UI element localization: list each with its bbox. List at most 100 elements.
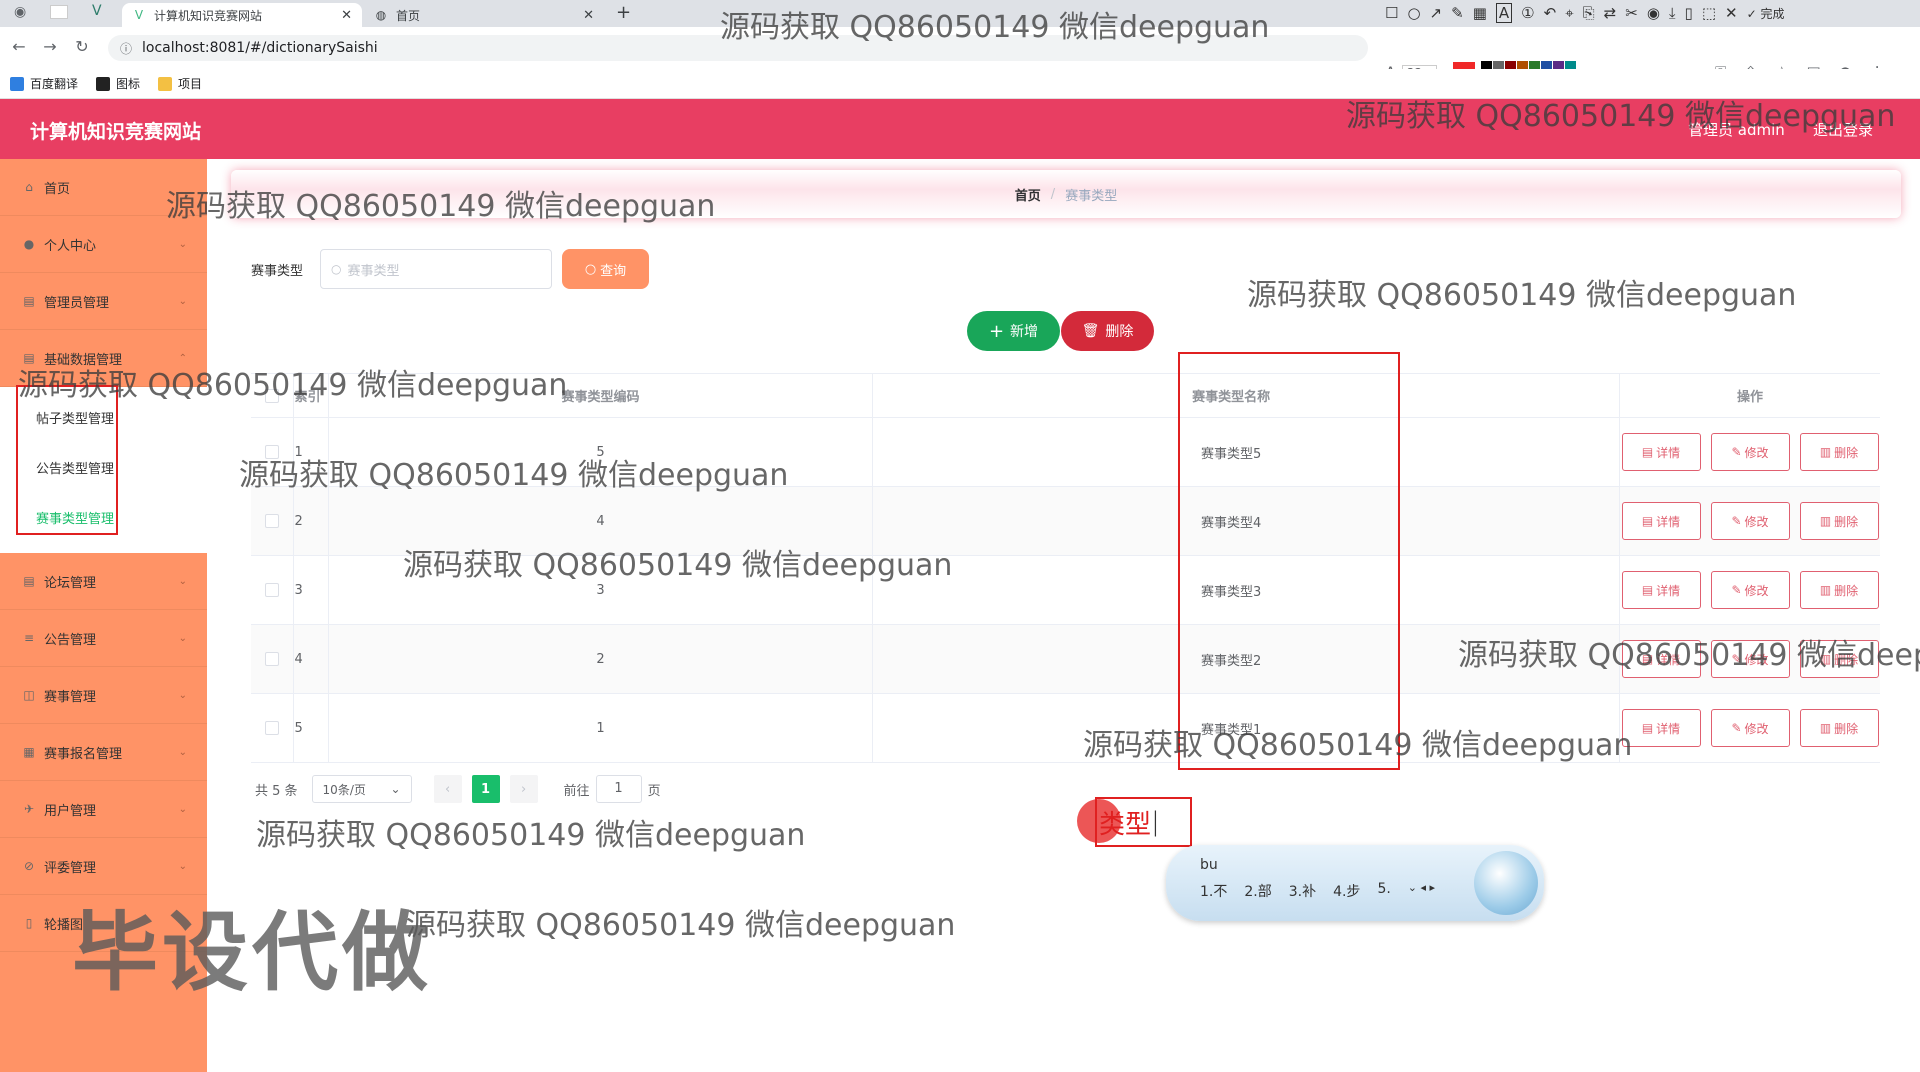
url-field[interactable]: ⓘ localhost:8081/#/dictionarySaishi: [108, 35, 1368, 61]
translate-icon[interactable]: ⇄: [1604, 4, 1617, 22]
sidebar-item-basedata[interactable]: ▤ 基础数据管理 ⌃: [0, 330, 207, 387]
sidebar-item-event[interactable]: ◫ 赛事管理 ⌄: [0, 667, 207, 724]
doc-icon: ▤: [1641, 721, 1654, 735]
page-number-current[interactable]: 1: [471, 775, 500, 803]
user-icon: ●: [23, 237, 35, 251]
query-button[interactable]: ○ 查询: [562, 249, 649, 289]
goto-page-input[interactable]: 1: [595, 775, 642, 803]
sidebar-item-users[interactable]: ✈ 用户管理 ⌄: [0, 781, 207, 838]
detail-label: 详情: [1656, 445, 1681, 460]
text-tool-icon[interactable]: A: [1495, 3, 1513, 23]
edit-button[interactable]: ✎ 修改: [1710, 640, 1790, 678]
info-icon[interactable]: ⓘ: [120, 40, 132, 57]
delete-button[interactable]: ▥ 删除: [1799, 709, 1879, 747]
table-row: 3 3 赛事类型3 ▤ 详情 ✎ 修改 ▥ 删除: [251, 556, 1880, 625]
ocr-icon[interactable]: ⎘: [1583, 4, 1595, 22]
undo-icon[interactable]: ↶: [1544, 4, 1557, 22]
goto-prefix: 前往: [563, 783, 590, 799]
cancel-icon[interactable]: ✕: [1725, 4, 1738, 22]
forward-icon[interactable]: →: [39, 36, 61, 58]
new-tab-icon[interactable]: +: [616, 2, 631, 23]
tab-search-icon[interactable]: [50, 5, 68, 19]
sidebar-item-notice[interactable]: ≡ 公告管理 ⌄: [0, 610, 207, 667]
sidebar-item-forum[interactable]: ▤ 论坛管理 ⌄: [0, 553, 207, 610]
trash-icon: ▥: [1819, 514, 1832, 528]
detail-button[interactable]: ▤ 详情: [1621, 571, 1701, 609]
save-icon[interactable]: ⬚: [1702, 4, 1716, 22]
done-button[interactable]: ✓ 完成: [1747, 5, 1785, 22]
ime-candidate[interactable]: 5.: [1377, 881, 1390, 901]
detail-button[interactable]: ▤ 详情: [1621, 640, 1701, 678]
sidebar-item-label: 个人中心: [44, 238, 97, 254]
phone-icon[interactable]: ▯: [1685, 4, 1693, 22]
search-icon: ○: [584, 261, 597, 277]
pin-icon[interactable]: ⌖: [1565, 4, 1573, 22]
back-icon[interactable]: ←: [8, 36, 30, 58]
arrow-tool-icon[interactable]: ↗: [1430, 4, 1443, 22]
edit-button[interactable]: ✎ 修改: [1710, 433, 1790, 471]
delete-button[interactable]: ▥ 删除: [1799, 640, 1879, 678]
row-checkbox[interactable]: [265, 514, 280, 528]
site-title: 计算机知识竞赛网站: [30, 121, 202, 143]
delete-button[interactable]: ▥ 删除: [1799, 571, 1879, 609]
delete-button[interactable]: ▥ 删除: [1799, 502, 1879, 540]
sidebar-item-carousel[interactable]: ▯ 轮播图: [0, 895, 207, 952]
tab-active[interactable]: V 计算机知识竞赛网站 ✕: [122, 3, 362, 27]
row-checkbox[interactable]: [265, 652, 280, 666]
edit-button[interactable]: ✎ 修改: [1710, 709, 1790, 747]
download-icon[interactable]: ⤓: [1669, 4, 1676, 22]
sidebar-item-label: 用户管理: [44, 803, 97, 819]
pen-tool-icon[interactable]: ✎: [1451, 4, 1464, 22]
bookmark-item[interactable]: 百度翻译: [10, 75, 78, 92]
mosaic-tool-icon[interactable]: ▦: [1473, 4, 1487, 22]
detail-button[interactable]: ▤ 详情: [1621, 709, 1701, 747]
redact-icon[interactable]: ✂: [1625, 4, 1638, 22]
vue-icon[interactable]: V: [92, 3, 102, 19]
ime-page-arrows[interactable]: ⌄ ◂ ▸: [1408, 881, 1435, 901]
delete-button[interactable]: ▥ 删除: [1799, 433, 1879, 471]
edit-button[interactable]: ✎ 修改: [1710, 502, 1790, 540]
pagination: 共 5 条 10条/页 ⌄ ‹ 1 › 前往 1 页: [255, 775, 661, 803]
row-checkbox[interactable]: [265, 583, 280, 597]
detail-button[interactable]: ▤ 详情: [1621, 433, 1701, 471]
search-input[interactable]: ○ 赛事类型: [320, 249, 552, 289]
ime-candidate[interactable]: 1.不: [1200, 881, 1227, 901]
doc-icon: ▤: [1641, 652, 1654, 666]
edit-button[interactable]: ✎ 修改: [1710, 571, 1790, 609]
close-icon[interactable]: ✕: [341, 8, 352, 23]
select-all-checkbox[interactable]: [265, 388, 280, 403]
number-tool-icon[interactable]: ①: [1521, 4, 1534, 22]
signup-icon: ▦: [23, 745, 35, 759]
delete-label: 删除: [1834, 445, 1859, 460]
sidebar-item-home[interactable]: ⌂ 首页: [0, 159, 207, 216]
detail-button[interactable]: ▤ 详情: [1621, 502, 1701, 540]
sidebar-item-admin[interactable]: ▤ 管理员管理 ⌄: [0, 273, 207, 330]
tab-title: 计算机知识竞赛网站: [154, 8, 263, 23]
sidebar-item-signup[interactable]: ▦ 赛事报名管理 ⌄: [0, 724, 207, 781]
page-size-select[interactable]: 10条/页 ⌄: [311, 775, 412, 803]
sidebar-item-profile[interactable]: ● 个人中心 ⌄: [0, 216, 207, 273]
next-page-button[interactable]: ›: [509, 775, 538, 803]
close-icon[interactable]: ✕: [583, 8, 594, 23]
rect-tool-icon[interactable]: ☐: [1385, 4, 1398, 22]
record-icon[interactable]: ◉: [1647, 4, 1660, 22]
logout-link[interactable]: 退出登录: [1813, 119, 1873, 140]
sidebar-item-judge[interactable]: ⊘ 评委管理 ⌄: [0, 838, 207, 895]
bookmark-item[interactable]: 图标: [96, 75, 140, 92]
breadcrumb-home[interactable]: 首页: [1015, 185, 1041, 204]
prev-page-button[interactable]: ‹: [433, 775, 462, 803]
add-button[interactable]: + 新增: [967, 311, 1060, 351]
chevron-down-icon: ⌄: [178, 632, 187, 644]
ime-candidate[interactable]: 2.部: [1244, 881, 1271, 901]
batch-delete-button[interactable]: 🗑 删除: [1061, 311, 1154, 351]
ime-candidate[interactable]: 4.步: [1333, 881, 1360, 901]
reload-icon[interactable]: ↻: [71, 36, 93, 58]
notice-icon: ≡: [23, 631, 35, 645]
browser-menu-icon[interactable]: ◉: [14, 4, 26, 20]
row-checkbox[interactable]: [265, 721, 280, 735]
ime-candidate[interactable]: 3.补: [1289, 881, 1316, 901]
row-checkbox[interactable]: [265, 445, 280, 459]
bookmark-item[interactable]: 项目: [158, 75, 202, 92]
tab-inactive[interactable]: ◍ 首页 ✕: [364, 3, 604, 27]
circle-tool-icon[interactable]: ○: [1407, 4, 1420, 22]
